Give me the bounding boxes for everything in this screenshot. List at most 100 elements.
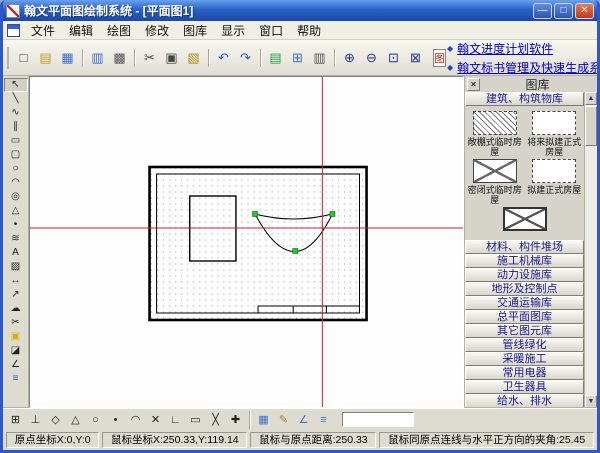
snap-nearest-button[interactable]: ╳: [206, 411, 225, 429]
scrollbar-track[interactable]: [585, 105, 597, 395]
document-icon[interactable]: [7, 24, 20, 37]
snap-perpendicular-button[interactable]: ∟: [166, 411, 185, 429]
library-item-0[interactable]: 敞棚式临时房屋: [467, 111, 522, 157]
minimize-button[interactable]: —: [533, 3, 552, 19]
category-10[interactable]: 卫生器具: [465, 380, 584, 394]
snap-tangent-button[interactable]: ▭: [186, 411, 205, 429]
layer-manager-button[interactable]: ▤: [265, 47, 286, 68]
eraser-tool[interactable]: ◪: [4, 344, 28, 358]
revision-cloud-tool[interactable]: ☁: [4, 302, 28, 316]
panel-close-button[interactable]: ✕: [467, 78, 480, 91]
coordinate-input[interactable]: [342, 412, 414, 427]
new-button[interactable]: □: [13, 47, 34, 68]
library-toggle-button[interactable]: 图: [433, 49, 446, 67]
paste-button[interactable]: ▧: [183, 47, 204, 68]
snap-none-button[interactable]: ✚: [226, 411, 245, 429]
leader-tool[interactable]: ↗: [4, 288, 28, 302]
promo-link-text-0[interactable]: 翰文进度计划软件: [457, 40, 553, 57]
arc-tool[interactable]: ◠: [4, 176, 28, 190]
snap-midpoint-button[interactable]: △: [66, 411, 85, 429]
category-0[interactable]: 材料、构件堆场: [465, 240, 584, 254]
snap-node-button[interactable]: •: [106, 411, 125, 429]
fill-color-tool[interactable]: ▣: [4, 330, 28, 344]
select-tool[interactable]: ↖: [4, 78, 28, 92]
category-7[interactable]: 管线绿化: [465, 338, 584, 352]
panel-scrollbar[interactable]: ▲ ▼: [584, 92, 597, 408]
maximize-button[interactable]: □: [554, 3, 573, 19]
menu-item-3[interactable]: 修改: [138, 20, 176, 41]
zoom-window-button[interactable]: ⊡: [383, 47, 404, 68]
polygon-tool[interactable]: △: [4, 204, 28, 218]
hatch-tool[interactable]: ▨: [4, 260, 28, 274]
category-11[interactable]: 给水、排水: [465, 394, 584, 408]
close-button[interactable]: ✕: [575, 3, 594, 19]
menu-item-5[interactable]: 显示: [214, 20, 252, 41]
menu-item-7[interactable]: 帮助: [290, 20, 328, 41]
menu-item-4[interactable]: 图库: [176, 20, 214, 41]
snap-quadrant-button[interactable]: ◠: [126, 411, 145, 429]
spline-tool[interactable]: ≋: [4, 232, 28, 246]
cut-button[interactable]: ✂: [139, 47, 160, 68]
drawing-canvas[interactable]: [30, 77, 463, 407]
drawing-area[interactable]: [29, 76, 464, 408]
grip-handle[interactable]: [293, 249, 298, 254]
save-button[interactable]: ▦: [57, 47, 78, 68]
menu-item-1[interactable]: 编辑: [62, 20, 100, 41]
text-tool[interactable]: A: [4, 246, 28, 260]
library-item-3[interactable]: 拟建正式房屋: [527, 159, 582, 205]
grip-handle[interactable]: [330, 212, 335, 217]
grip-handle[interactable]: [253, 212, 258, 217]
menu-item-2[interactable]: 绘图: [100, 20, 138, 41]
undo-button[interactable]: ↶: [213, 47, 234, 68]
snap-center-button[interactable]: ○: [86, 411, 105, 429]
dimension-tool[interactable]: ↔: [4, 274, 28, 288]
redo-button[interactable]: ↷: [235, 47, 256, 68]
category-5[interactable]: 总平面图库: [465, 310, 584, 324]
layers-tool[interactable]: ≡: [4, 372, 28, 386]
circle-tool[interactable]: ◎: [4, 190, 28, 204]
angle-tool-button[interactable]: ∠: [294, 411, 313, 429]
zoom-in-button[interactable]: ⊕: [339, 47, 360, 68]
measure-tool-button[interactable]: ▦: [254, 411, 273, 429]
print-preview-button[interactable]: ▥: [87, 47, 108, 68]
snap-ortho-button[interactable]: ⊥: [26, 411, 45, 429]
panel-toggle-button[interactable]: ▥: [309, 47, 330, 68]
ellipse-tool[interactable]: ○: [4, 162, 28, 176]
pen-tool-button[interactable]: ✎: [274, 411, 293, 429]
category-6[interactable]: 其它图元库: [465, 324, 584, 338]
point-tool[interactable]: •: [4, 218, 28, 232]
copy-button[interactable]: ▣: [161, 47, 182, 68]
scroll-down-icon[interactable]: ▼: [585, 395, 597, 408]
scroll-up-icon[interactable]: ▲: [585, 92, 597, 105]
measure-tool[interactable]: ∠: [4, 358, 28, 372]
category-1[interactable]: 施工机械库: [465, 254, 584, 268]
print-button[interactable]: ▩: [109, 47, 130, 68]
category-4[interactable]: 交通运输库: [465, 296, 584, 310]
snap-endpoint-button[interactable]: ◇: [46, 411, 65, 429]
parallel-line-tool[interactable]: ∥: [4, 120, 28, 134]
library-item-1[interactable]: 将来拟建正式房屋: [527, 111, 582, 157]
polyline-tool[interactable]: ∿: [4, 106, 28, 120]
library-item-2[interactable]: 密闭式临时房屋: [467, 159, 522, 205]
category-8[interactable]: 采暖施工: [465, 352, 584, 366]
menu-item-6[interactable]: 窗口: [252, 20, 290, 41]
category-3[interactable]: 地形及控制点: [465, 282, 584, 296]
rectangle-tool[interactable]: ▭: [4, 134, 28, 148]
trim-tool[interactable]: ✂: [4, 316, 28, 330]
category-2[interactable]: 动力设施库: [465, 268, 584, 282]
promo-link-text-1[interactable]: 翰文标书管理及快速生成系统: [457, 59, 600, 76]
line-tool[interactable]: ╲: [4, 92, 28, 106]
menu-item-0[interactable]: 文件: [24, 20, 62, 41]
rounded-rectangle-tool[interactable]: ▢: [4, 148, 28, 162]
category-buildings[interactable]: 建筑、构筑物库: [465, 92, 584, 106]
category-9[interactable]: 常用电器: [465, 366, 584, 380]
grid-toggle-button[interactable]: ⊞: [287, 47, 308, 68]
open-button[interactable]: ▤: [35, 47, 56, 68]
zoom-all-button[interactable]: ⊠: [405, 47, 426, 68]
snap-intersection-button[interactable]: ✕: [146, 411, 165, 429]
zoom-out-button[interactable]: ⊖: [361, 47, 382, 68]
scrollbar-thumb[interactable]: [585, 106, 597, 146]
list-tool-button[interactable]: ≡: [314, 411, 333, 429]
library-item-4[interactable]: [497, 207, 552, 233]
snap-grid-button[interactable]: ⊞: [6, 411, 25, 429]
